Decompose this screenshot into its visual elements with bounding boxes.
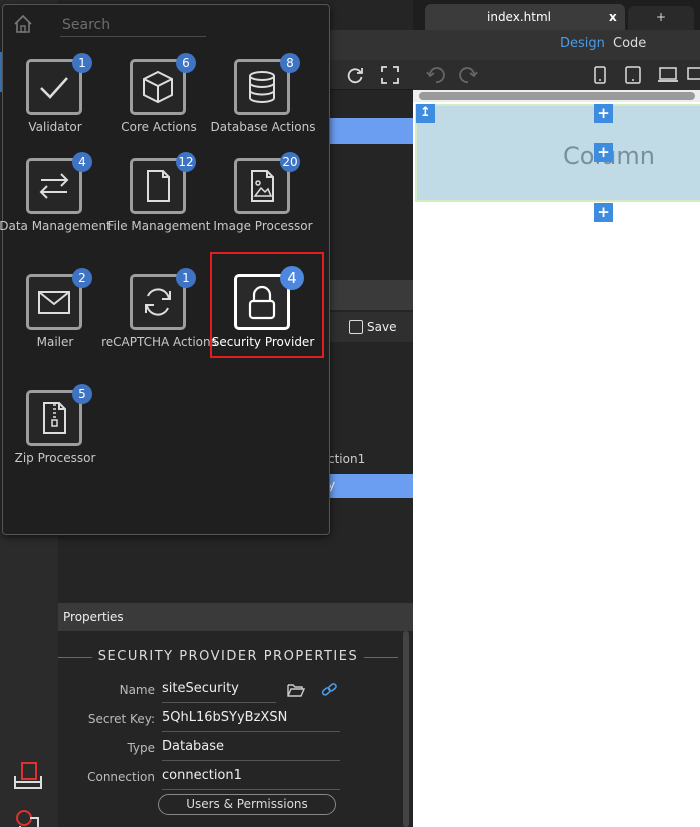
desktop-view-icon[interactable] <box>687 66 700 84</box>
horizontal-scrollbar[interactable] <box>413 90 700 102</box>
property-secret-label: Secret Key: <box>87 712 155 726</box>
item-label: File Management <box>107 219 211 233</box>
document-tab-bar: index.html x + <box>413 0 700 30</box>
transfer-arrows-icon <box>39 173 69 199</box>
item-label: Validator <box>28 120 82 134</box>
column-element[interactable]: Column <box>415 104 700 202</box>
file-icon <box>147 170 170 202</box>
phone-view-icon[interactable] <box>593 66 607 84</box>
item-label: Core Actions <box>121 120 197 134</box>
property-connection-label: Connection <box>87 770 155 784</box>
item-label: Zip Processor <box>14 451 96 465</box>
device-toolbar <box>413 60 700 90</box>
add-component-popup: 1 Validator 6 Core Actions 8 Database Ac… <box>0 4 330 535</box>
extensions-icon[interactable] <box>12 806 44 827</box>
property-type-row: Type Database <box>58 735 398 761</box>
count-badge: 4 <box>72 152 92 172</box>
item-recaptcha-actions[interactable]: 1 reCAPTCHA Actions <box>101 268 217 374</box>
checkmark-icon <box>40 77 68 99</box>
add-after-button[interactable]: + <box>594 203 613 222</box>
count-badge: 5 <box>72 384 92 404</box>
envelope-icon <box>38 291 70 314</box>
property-type-select[interactable]: Database <box>162 739 340 761</box>
tablet-view-icon[interactable] <box>624 66 642 84</box>
count-badge: 6 <box>176 53 196 73</box>
item-data-management[interactable]: 4 Data Management <box>0 152 111 258</box>
item-label: Data Management <box>0 219 111 233</box>
count-badge: 12 <box>176 152 196 172</box>
item-database-actions[interactable]: 8 Database Actions <box>211 53 315 159</box>
laptop-view-icon[interactable] <box>657 66 679 84</box>
add-inside-button[interactable]: + <box>594 143 613 162</box>
select-parent-button[interactable]: ↥ <box>416 104 435 123</box>
count-badge: 2 <box>72 268 92 288</box>
property-secret-row: Secret Key: 5QhL16bSYyBzXSN <box>58 706 398 732</box>
design-area: index.html x + Design Code ↥ + + + <box>413 0 700 827</box>
properties-panel: SECURITY PROVIDER PROPERTIES Name siteSe… <box>58 631 413 827</box>
save-icon <box>349 320 363 334</box>
item-label: reCAPTCHA Actions <box>101 335 217 349</box>
item-zip-processor[interactable]: 5 Zip Processor <box>3 384 107 490</box>
zip-file-icon <box>43 402 66 434</box>
tab-design[interactable]: Design <box>560 36 605 51</box>
property-name-row: Name siteSecurity <box>58 677 398 703</box>
scrollbar-thumb[interactable] <box>419 92 695 100</box>
home-icon[interactable] <box>12 13 34 35</box>
undo-icon[interactable] <box>425 66 447 84</box>
add-before-button[interactable]: + <box>594 104 613 123</box>
count-badge: 8 <box>280 53 300 73</box>
users-permissions-button[interactable]: Users & Permissions <box>158 794 336 815</box>
folder-open-icon[interactable] <box>287 682 305 698</box>
tab-index-html[interactable]: index.html x <box>425 4 625 30</box>
property-type-label: Type <box>127 741 155 755</box>
close-tab-icon[interactable]: x <box>609 10 617 24</box>
view-switcher: Design Code <box>413 30 700 60</box>
item-label: Image Processor <box>213 219 313 233</box>
item-label: Database Actions <box>210 120 316 134</box>
cube-icon <box>143 70 173 104</box>
database-icon <box>249 71 275 103</box>
page-canvas[interactable]: Column ↥ + + + <box>413 102 700 827</box>
property-connection-select[interactable]: connection1 <box>162 768 340 790</box>
image-file-icon <box>251 170 274 202</box>
count-badge: 1 <box>72 53 92 73</box>
item-core-actions[interactable]: 6 Core Actions <box>107 53 211 159</box>
item-mailer[interactable]: 2 Mailer <box>3 268 107 374</box>
app-structure-icon[interactable] <box>12 760 44 792</box>
recaptcha-refresh-icon <box>145 288 171 316</box>
link-icon[interactable] <box>320 682 338 698</box>
selection-highlight-frame <box>210 252 324 358</box>
count-badge: 20 <box>280 152 300 172</box>
count-badge: 1 <box>176 268 196 288</box>
properties-header: Properties <box>58 603 413 631</box>
refresh-icon[interactable] <box>345 65 365 85</box>
search-input[interactable] <box>60 13 206 37</box>
item-label: Mailer <box>36 335 74 349</box>
item-file-management[interactable]: 12 File Management <box>107 152 211 258</box>
tree-item-connection[interactable]: ction1 <box>328 452 365 466</box>
new-tab-button[interactable]: + <box>628 6 694 30</box>
property-name-field[interactable]: siteSecurity <box>162 681 276 703</box>
tab-code[interactable]: Code <box>613 36 646 51</box>
redo-icon[interactable] <box>457 66 479 84</box>
property-name-label: Name <box>119 683 155 697</box>
item-image-processor[interactable]: 20 Image Processor <box>211 152 315 258</box>
properties-title: SECURITY PROVIDER PROPERTIES <box>58 649 398 664</box>
item-validator[interactable]: 1 Validator <box>3 53 107 159</box>
property-connection-row: Connection connection1 <box>58 764 398 790</box>
property-secret-field[interactable]: 5QhL16bSYyBzXSN <box>162 710 340 732</box>
properties-scrollbar[interactable] <box>403 631 409 827</box>
save-button[interactable]: Save <box>349 316 407 338</box>
fullscreen-icon[interactable] <box>380 65 400 85</box>
